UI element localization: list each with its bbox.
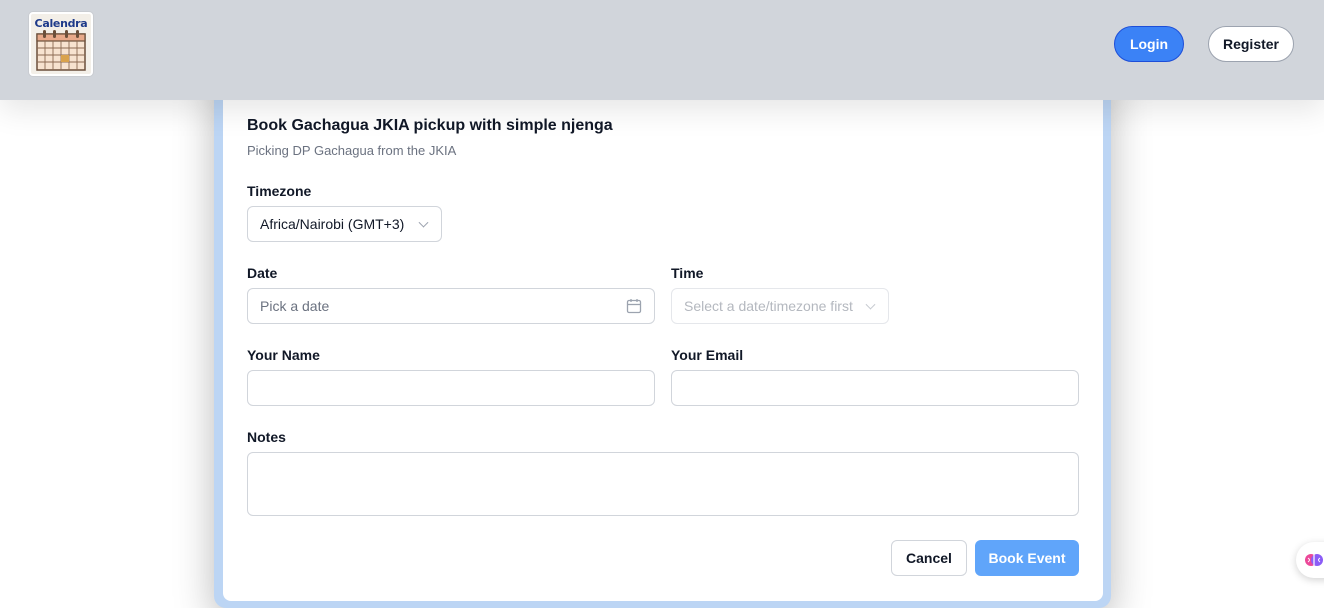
timezone-value: Africa/Nairobi (GMT+3) bbox=[260, 216, 405, 232]
email-input[interactable] bbox=[671, 370, 1079, 406]
cancel-button[interactable]: Cancel bbox=[891, 540, 967, 576]
email-label: Your Email bbox=[671, 347, 744, 363]
event-description: Picking DP Gachagua from the JKIA bbox=[247, 143, 457, 158]
date-picker[interactable]: Pick a date bbox=[247, 288, 655, 324]
top-navbar: Calendra Login Register bbox=[0, 0, 1324, 100]
app-logo[interactable]: Calendra bbox=[29, 12, 93, 76]
calendar-icon bbox=[626, 299, 642, 314]
name-input[interactable] bbox=[247, 370, 655, 406]
name-label: Your Name bbox=[247, 347, 320, 363]
booking-modal bbox=[223, 60, 1103, 601]
brain-icon bbox=[1305, 554, 1323, 566]
chevron-down-icon bbox=[865, 299, 876, 310]
login-button[interactable]: Login bbox=[1114, 26, 1184, 62]
time-select[interactable]: Select a date/timezone first bbox=[671, 288, 889, 324]
timezone-select[interactable]: Africa/Nairobi (GMT+3) bbox=[247, 206, 442, 242]
book-event-button[interactable]: Book Event bbox=[975, 540, 1079, 576]
timezone-label: Timezone bbox=[247, 183, 312, 199]
floating-assistant-button[interactable] bbox=[1296, 542, 1324, 578]
time-label: Time bbox=[671, 265, 704, 281]
date-placeholder: Pick a date bbox=[260, 298, 330, 314]
notes-label: Notes bbox=[247, 429, 286, 445]
chevron-down-icon bbox=[418, 217, 429, 228]
register-button[interactable]: Register bbox=[1208, 26, 1294, 62]
notes-textarea[interactable] bbox=[247, 452, 1079, 516]
date-label: Date bbox=[247, 265, 278, 281]
event-title: Book Gachagua JKIA pickup with simple nj… bbox=[247, 117, 613, 134]
calendar-logo-icon bbox=[36, 30, 86, 71]
time-placeholder: Select a date/timezone first bbox=[684, 298, 853, 314]
